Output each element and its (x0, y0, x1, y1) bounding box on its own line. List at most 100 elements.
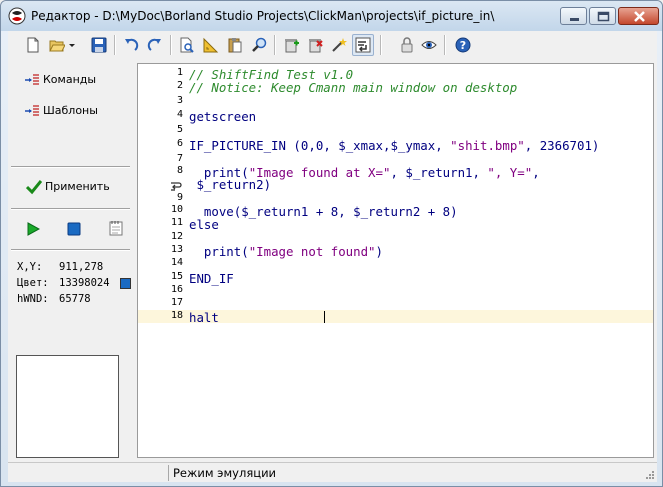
svg-text:?: ? (460, 39, 466, 52)
line-number: 15 (170, 271, 183, 282)
emulation-toggle-icon[interactable] (352, 34, 374, 56)
eye-icon[interactable] (418, 34, 440, 56)
toolbar: ? (8, 31, 657, 59)
paste-icon[interactable] (224, 34, 246, 56)
line-number: 4 (176, 109, 183, 120)
code-line[interactable]: 4 getscreen (138, 109, 653, 124)
code-token: , (308, 138, 316, 153)
search-icon[interactable] (248, 34, 270, 56)
code-line[interactable]: 3 (138, 95, 653, 108)
left-panel: Команды Шаблоны Применить X,Y: 911,278 Ц… (8, 61, 133, 474)
code-text: // Notice: Keep Cmann main window on des… (189, 80, 517, 95)
color-value: 13398024 (59, 277, 110, 289)
notepad-icon[interactable] (108, 220, 124, 236)
help-icon[interactable]: ? (452, 34, 474, 56)
line-number: 6 (176, 138, 183, 149)
coords-label: X,Y: (17, 261, 43, 273)
separator (11, 166, 130, 168)
code-line[interactable]: 13 print("Image not found") (138, 244, 653, 259)
status-mode: Режим эмуляции (173, 466, 277, 480)
play-icon[interactable] (26, 221, 41, 236)
line-number: 1 (176, 67, 183, 78)
open-folder-icon[interactable] (46, 34, 68, 56)
add-item-icon[interactable] (280, 34, 302, 56)
code-text: else (189, 217, 219, 232)
color-swatch (120, 278, 131, 289)
code-token: else (189, 217, 219, 232)
maximize-button[interactable] (589, 7, 616, 25)
commands-label: Команды (43, 73, 97, 86)
code-line[interactable]: 15 END_IF (138, 271, 653, 286)
line-number: 5 (176, 124, 183, 135)
code-text: $_return2) (189, 177, 271, 192)
code-token: IF_PICTURE_IN ( (189, 138, 301, 153)
coords-readout: X,Y: 911,278 (17, 261, 103, 273)
app-icon (8, 7, 26, 25)
line-number: 2 (176, 80, 183, 91)
wand-icon[interactable] (328, 34, 350, 56)
editor-window: Редактор - D:\MyDoc\Borland Studio Proje… (0, 0, 663, 487)
code-line[interactable]: 1// ShiftFind Test v1.0 (138, 67, 653, 82)
delete-item-icon[interactable] (304, 34, 326, 56)
code-token: "shit.bmp" (450, 138, 525, 153)
save-icon[interactable] (88, 34, 110, 56)
lock-icon[interactable] (396, 34, 418, 56)
code-text: getscreen (189, 109, 256, 124)
code-token: // Notice: Keep Cmann main window on des… (189, 80, 518, 95)
code-token: ) (263, 177, 272, 192)
code-line[interactable]: 5 (138, 124, 653, 137)
line-number: 16 (170, 284, 183, 295)
color-readout: Цвет: 13398024 (17, 277, 131, 289)
code-token: , (435, 138, 451, 153)
open-dropdown-arrow-icon[interactable] (66, 34, 78, 56)
code-token: , (524, 138, 540, 153)
line-number: 9 (176, 192, 183, 203)
title-bar[interactable]: Редактор - D:\MyDoc\Borland Studio Proje… (1, 1, 662, 31)
code-editor[interactable]: 1// ShiftFind Test v1.0 2 // Notice: Keep … (137, 63, 654, 458)
code-token: halt (189, 310, 219, 325)
code-token: $_xmax (338, 138, 383, 153)
hwnd-value: 65778 (59, 293, 91, 305)
color-label: Цвет: (17, 277, 49, 289)
ruler-icon[interactable] (200, 34, 222, 56)
code-line[interactable]: 11 else (138, 217, 653, 232)
code-line[interactable]: 10 move($_return1 + 8, $_return2 + 8) (138, 204, 653, 219)
line-number: 13 (170, 244, 183, 255)
code-token: ) (591, 138, 600, 153)
code-line[interactable]: 17 (138, 297, 653, 310)
code-line[interactable]: 14 (138, 257, 653, 270)
commands-list-icon (25, 74, 39, 85)
code-text: halt (189, 310, 219, 325)
code-line[interactable]: 2 // Notice: Keep Cmann main window on de… (138, 80, 653, 95)
separator (11, 208, 130, 210)
stop-icon[interactable] (67, 221, 81, 236)
text-caret (324, 311, 325, 323)
templates-label: Шаблоны (43, 104, 98, 117)
line-number: 11 (170, 217, 183, 228)
code-token: $_return2 (189, 177, 264, 192)
line-number: 7 (176, 153, 183, 164)
code-line[interactable]: 16 (138, 284, 653, 297)
client-area: ? Команды Шаблоны Применить X,Y: 911,278… (8, 31, 657, 482)
coords-value: 911,278 (59, 261, 104, 273)
code-line[interactable]: 6 IF_PICTURE_IN (0,0, $_xmax,$_ymax, "shi… (138, 138, 653, 153)
hwnd-readout: hWND: 65778 (17, 293, 91, 305)
status-divider (168, 465, 169, 481)
new-file-icon[interactable] (22, 34, 44, 56)
code-line[interactable]: $_return2) (138, 177, 653, 192)
resize-grip-icon[interactable] (645, 470, 655, 480)
code-line[interactable]: 12 (138, 231, 653, 244)
line-number: 12 (170, 231, 183, 242)
checkmark-icon (26, 180, 42, 195)
redo-icon[interactable] (144, 34, 166, 56)
code-token: getscreen (189, 109, 257, 124)
code-line[interactable]: 18 halt (138, 310, 653, 325)
line-number: 18 (170, 310, 183, 321)
find-in-file-icon[interactable] (176, 34, 198, 56)
hwnd-label: hWND: (17, 293, 49, 305)
minimize-button[interactable] (560, 7, 587, 25)
templates-list-icon (25, 105, 39, 116)
close-button[interactable] (618, 7, 659, 25)
undo-icon[interactable] (120, 34, 142, 56)
line-number: 10 (170, 204, 183, 215)
